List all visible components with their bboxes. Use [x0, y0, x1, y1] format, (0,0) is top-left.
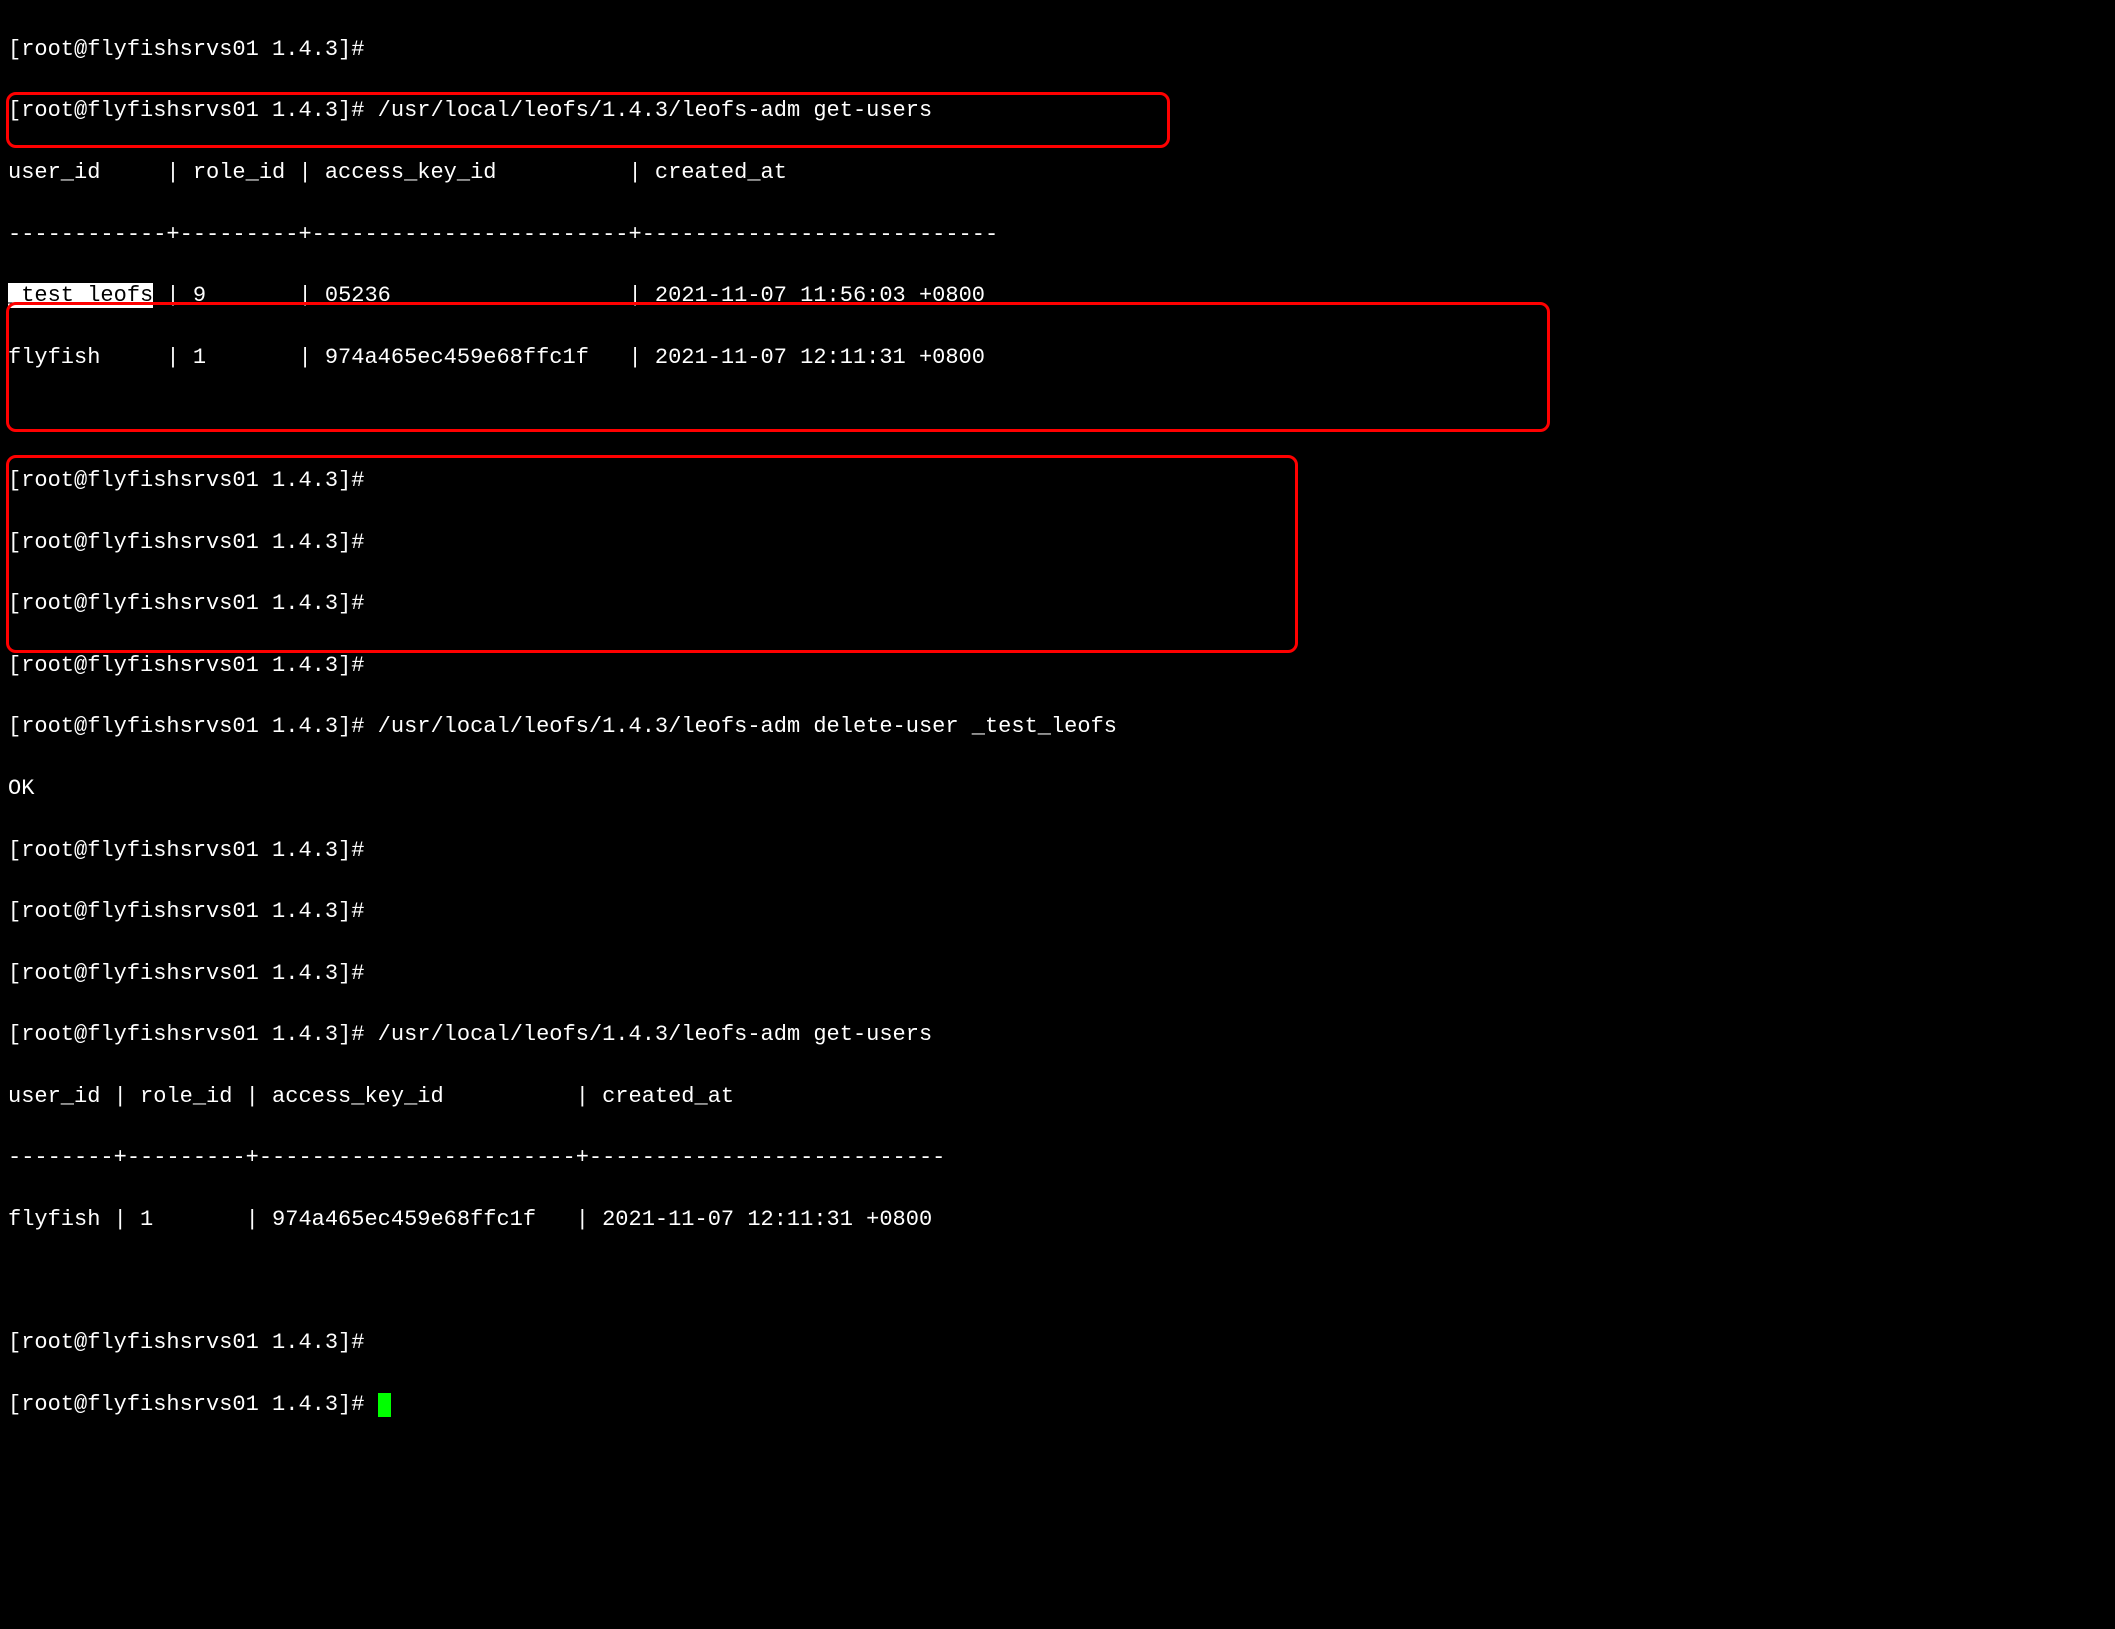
shell-prompt: [root@flyfishsrvs01 1.4.3]# [8, 714, 364, 739]
table1-row-flyfish: flyfish | 1 | 974a465ec459e68ffc1f | 202… [8, 343, 2107, 374]
prompt-line: [root@flyfishsrvs01 1.4.3]# [8, 836, 2107, 867]
blank-line [8, 1267, 2107, 1298]
blank-line [8, 404, 2107, 435]
shell-prompt: [root@flyfishsrvs01 1.4.3]# [8, 1022, 364, 1047]
table1-separator: ------------+---------+-----------------… [8, 220, 2107, 251]
prompt-line: [root@flyfishsrvs01 1.4.3]# [8, 589, 2107, 620]
prompt-line-cursor: [root@flyfishsrvs01 1.4.3]# [8, 1390, 2107, 1421]
table1-row-test-leofs: _test_leofs | 9 | 05236 | 2021-11-07 11:… [8, 281, 2107, 312]
terminal[interactable]: [root@flyfishsrvs01 1.4.3]# [root@flyfis… [0, 0, 2115, 1629]
prompt-line: [root@flyfishsrvs01 1.4.3]# [8, 897, 2107, 928]
prompt-line: [root@flyfishsrvs01 1.4.3]# [8, 651, 2107, 682]
cursor [378, 1393, 391, 1417]
table1-row-rest: | 9 | 05236 | 2021-11-07 11:56:03 +0800 [153, 283, 985, 308]
shell-prompt: [root@flyfishsrvs01 1.4.3]# [8, 1392, 364, 1417]
prompt-line: [root@flyfishsrvs01 1.4.3]# [8, 35, 2107, 66]
table2-header: user_id | role_id | access_key_id | crea… [8, 1082, 2107, 1113]
command-get-users: /usr/local/leofs/1.4.3/leofs-adm get-use… [378, 98, 933, 123]
selected-user-id: _test_leofs [8, 283, 153, 308]
prompt-line: [root@flyfishsrvs01 1.4.3]# /usr/local/l… [8, 712, 2107, 743]
prompt-line: [root@flyfishsrvs01 1.4.3]# [8, 1328, 2107, 1359]
prompt-line: [root@flyfishsrvs01 1.4.3]# /usr/local/l… [8, 1020, 2107, 1051]
delete-user-result: OK [8, 774, 2107, 805]
table2-separator: --------+---------+---------------------… [8, 1143, 2107, 1174]
prompt-line: [root@flyfishsrvs01 1.4.3]# [8, 959, 2107, 990]
prompt-line: [root@flyfishsrvs01 1.4.3]# [8, 466, 2107, 497]
command-get-users: /usr/local/leofs/1.4.3/leofs-adm get-use… [378, 1022, 933, 1047]
table1-header: user_id | role_id | access_key_id | crea… [8, 158, 2107, 189]
shell-prompt: [root@flyfishsrvs01 1.4.3]# [8, 98, 364, 123]
prompt-line: [root@flyfishsrvs01 1.4.3]# /usr/local/l… [8, 96, 2107, 127]
prompt-line: [root@flyfishsrvs01 1.4.3]# [8, 528, 2107, 559]
command-delete-user: /usr/local/leofs/1.4.3/leofs-adm delete-… [378, 714, 1117, 739]
table2-row-flyfish: flyfish | 1 | 974a465ec459e68ffc1f | 202… [8, 1205, 2107, 1236]
